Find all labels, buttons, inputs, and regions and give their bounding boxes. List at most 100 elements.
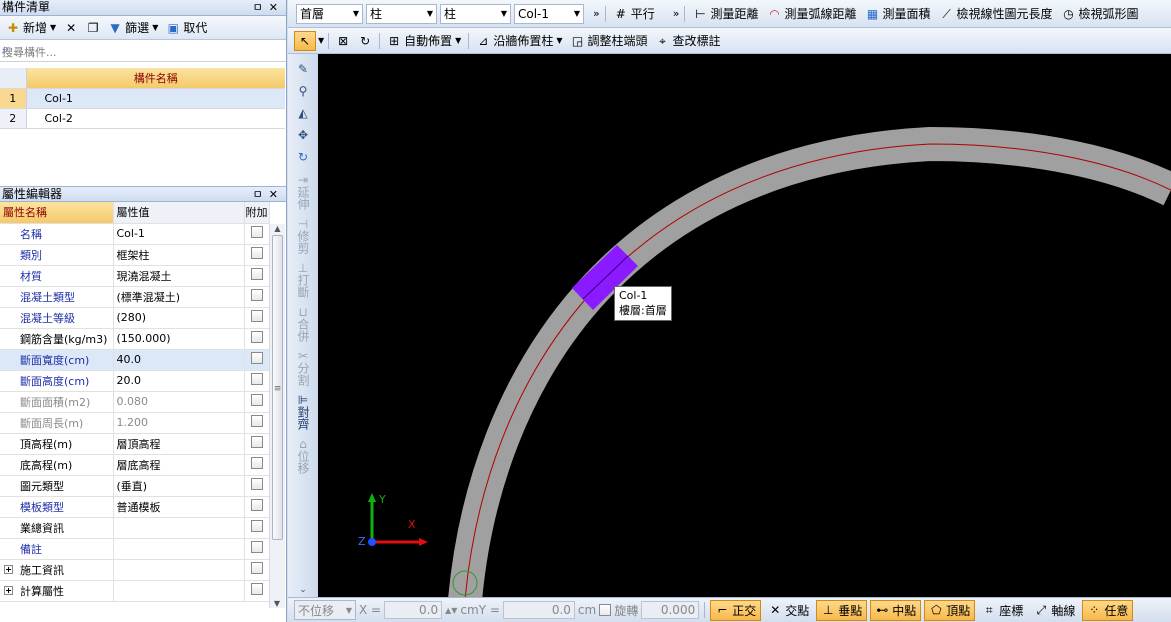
- property-row[interactable]: 混凝土等級 (280): [0, 307, 270, 329]
- property-row[interactable]: 混凝土類型 (標準混凝土): [0, 286, 270, 308]
- attach-checkbox[interactable]: [250, 499, 263, 511]
- property-value[interactable]: [113, 538, 245, 560]
- delete-button[interactable]: ✕: [61, 18, 81, 38]
- property-value[interactable]: 框架柱: [113, 244, 245, 266]
- property-value[interactable]: [113, 517, 245, 539]
- property-value[interactable]: (150.000): [113, 328, 245, 350]
- new-button[interactable]: ✚ 新增 ▼: [3, 18, 59, 38]
- move-icon[interactable]: ✥: [288, 128, 318, 142]
- property-value[interactable]: 現澆混凝土: [113, 265, 245, 287]
- attach-checkbox[interactable]: [250, 247, 263, 259]
- property-scrollbar[interactable]: ▲ ≡ ▼: [269, 224, 285, 608]
- attach-checkbox[interactable]: [250, 562, 263, 574]
- attach-checkbox[interactable]: [250, 541, 263, 553]
- attach-checkbox[interactable]: [250, 394, 263, 406]
- midpoint-toggle[interactable]: ⊷ 中點: [870, 599, 922, 621]
- property-value[interactable]: Col-1: [113, 223, 245, 245]
- property-value[interactable]: 層頂高程: [113, 433, 245, 455]
- any-toggle[interactable]: ⁘ 任意: [1082, 599, 1134, 621]
- attach-checkbox[interactable]: [250, 436, 263, 448]
- drawing-canvas[interactable]: Y X Z Col-1 樓層:首層: [318, 54, 1171, 597]
- property-row[interactable]: 模板類型 普通模板: [0, 496, 270, 518]
- more-tools-chevron-icon[interactable]: ⌄: [288, 585, 318, 595]
- overflow-chevron-icon[interactable]: »: [593, 7, 600, 20]
- attach-checkbox[interactable]: [250, 520, 263, 532]
- property-value[interactable]: 1.200: [113, 412, 245, 434]
- select-tool-button[interactable]: ↖: [294, 30, 316, 51]
- move-mode-select[interactable]: 不位移 ▼: [294, 600, 356, 620]
- attach-checkbox[interactable]: [250, 226, 263, 238]
- pin-icon[interactable]: ㅁ: [253, 1, 269, 14]
- attach-checkbox[interactable]: [250, 478, 263, 490]
- rotate-checkbox[interactable]: [599, 604, 612, 616]
- property-row[interactable]: 斷面寬度(cm) 40.0: [0, 349, 270, 371]
- measure-distance-button[interactable]: ⊢ 測量距離: [690, 4, 761, 24]
- property-value[interactable]: (標準混凝土): [113, 286, 245, 308]
- property-value[interactable]: [113, 559, 245, 581]
- property-value[interactable]: (280): [113, 307, 245, 329]
- attach-checkbox[interactable]: [250, 268, 263, 280]
- property-row[interactable]: 圖元類型 (垂直): [0, 475, 270, 497]
- search-input[interactable]: 搜尋構件... ⌕: [0, 40, 286, 62]
- adjust-end-button[interactable]: ◲ 調整柱端頭: [568, 31, 651, 51]
- rotate-point-button[interactable]: ↻: [355, 31, 375, 51]
- expand-icon[interactable]: [4, 585, 13, 595]
- attach-checkbox[interactable]: [250, 310, 263, 322]
- intersect-toggle[interactable]: ✕ 交點: [764, 600, 813, 621]
- component-select[interactable]: Col-1 ▼: [514, 3, 584, 24]
- place-along-wall-button[interactable]: ⊿ 沿牆佈置柱 ▼: [473, 31, 565, 51]
- attach-checkbox[interactable]: [250, 415, 263, 427]
- pick-button[interactable]: ▣ 取代: [163, 18, 210, 38]
- property-row[interactable]: 鋼筋含量(kg/m3) (150.000): [0, 328, 270, 350]
- parallel-button[interactable]: # 平行: [611, 4, 658, 24]
- y-field[interactable]: 0.0: [502, 601, 575, 619]
- axis-toggle[interactable]: ⤢ 軸線: [1030, 600, 1079, 621]
- ortho-toggle[interactable]: ⌐ 正交: [710, 599, 762, 621]
- property-row[interactable]: 斷面面積(m2) 0.080: [0, 391, 270, 413]
- mirror-icon[interactable]: ◭: [288, 106, 318, 120]
- measure-area-button[interactable]: ▦ 測量面積: [863, 4, 934, 24]
- property-row[interactable]: 頂高程(m) 層頂高程: [0, 433, 270, 455]
- vertex-toggle[interactable]: ⬠ 頂點: [924, 599, 976, 621]
- attach-checkbox[interactable]: [250, 373, 263, 385]
- trim-button[interactable]: ⊣ 修剪: [288, 218, 318, 256]
- pin-icon[interactable]: ㅁ: [253, 188, 269, 201]
- attach-checkbox[interactable]: [250, 457, 263, 469]
- align-button[interactable]: ⊫ 對齊: [288, 394, 318, 432]
- property-row[interactable]: 斷面周長(m) 1.200: [0, 412, 270, 434]
- property-value[interactable]: [113, 580, 245, 602]
- property-row[interactable]: 材質 現澆混凝土: [0, 265, 270, 287]
- x-field[interactable]: 0.0: [384, 601, 443, 619]
- attach-checkbox[interactable]: [250, 352, 263, 364]
- rotate-field[interactable]: 0.000: [641, 601, 700, 619]
- search-icon[interactable]: ⌕: [2, 42, 19, 59]
- property-value[interactable]: 層底高程: [113, 454, 245, 476]
- property-value[interactable]: 普通模板: [113, 496, 245, 518]
- category-select[interactable]: 柱 ▼: [366, 3, 437, 24]
- attach-checkbox[interactable]: [250, 331, 263, 343]
- auto-place-button[interactable]: ⊞ 自動佈置 ▼: [384, 31, 464, 51]
- check-arc-button[interactable]: ◷ 檢視弧形圖: [1059, 4, 1142, 24]
- property-value[interactable]: 0.080: [113, 391, 245, 413]
- expand-icon[interactable]: [4, 564, 13, 574]
- rotate-icon[interactable]: ↻: [288, 150, 318, 164]
- type-select[interactable]: 柱 ▼: [440, 3, 511, 24]
- property-row[interactable]: 備註: [0, 538, 270, 560]
- close-icon[interactable]: ✕: [269, 1, 284, 14]
- property-row[interactable]: 業總資訊: [0, 517, 270, 539]
- property-row[interactable]: 類別 框架柱: [0, 244, 270, 266]
- property-value[interactable]: 20.0: [113, 370, 245, 392]
- merge-button[interactable]: ⊔ 合併: [288, 306, 318, 344]
- copy-move-icon[interactable]: ⚲: [288, 84, 318, 98]
- property-row[interactable]: 施工資訊: [0, 559, 270, 581]
- extend-button[interactable]: ⇥ 延伸: [288, 174, 318, 212]
- filter-button[interactable]: ▼ 篩選 ▼: [105, 18, 161, 38]
- table-row[interactable]: 1 Col-1: [0, 88, 285, 109]
- measure-arc-button[interactable]: ◠ 測量弧線距離: [765, 4, 860, 24]
- break-button[interactable]: ⊥ 打斷: [288, 262, 318, 300]
- table-row[interactable]: 2 Col-2: [0, 108, 285, 129]
- property-row[interactable]: 計算屬性: [0, 580, 270, 602]
- offset-button[interactable]: ⌂ 位移: [288, 438, 318, 476]
- attach-checkbox[interactable]: [250, 289, 263, 301]
- floor-select[interactable]: 首層 ▼: [296, 3, 363, 24]
